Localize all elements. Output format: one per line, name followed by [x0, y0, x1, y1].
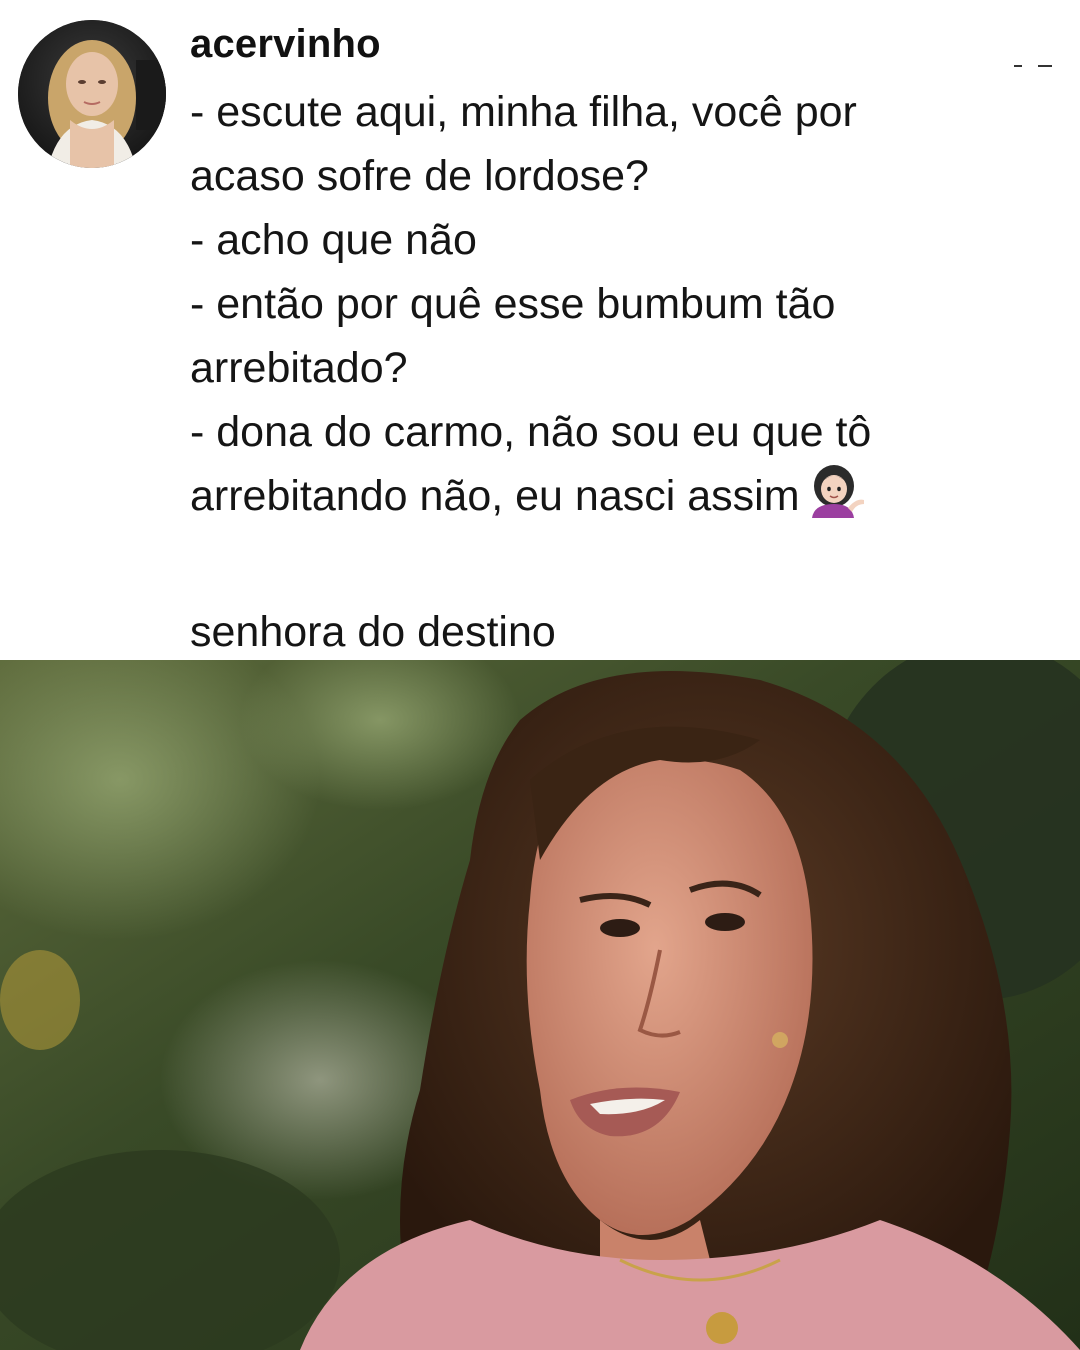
- avatar[interactable]: [18, 20, 166, 168]
- post-image[interactable]: [0, 660, 1080, 1350]
- menu-dash: [1038, 65, 1052, 67]
- menu-dash: [1014, 65, 1022, 67]
- photo-illustration: [0, 660, 1080, 1350]
- more-options-icon[interactable]: [1010, 56, 1062, 76]
- caption: senhora do destino: [190, 608, 556, 656]
- text-line: - escute aqui, minha filha, você por: [190, 88, 857, 136]
- text-line: - então por quê esse bumbum tão: [190, 280, 836, 328]
- text-line: acaso sofre de lordose?: [190, 152, 649, 200]
- avatar-photo: [18, 20, 166, 168]
- text-line: arrebitado?: [190, 344, 408, 392]
- text-line: - dona do carmo, não sou eu que tô: [190, 408, 872, 456]
- woman-tipping-hand-emoji: [806, 464, 866, 536]
- text-line-last: arrebitando não, eu nasci assim: [190, 464, 1050, 536]
- username[interactable]: acervinho: [190, 18, 381, 70]
- text-line: - acho que não: [190, 216, 477, 264]
- post-text: - escute aqui, minha filha, você por aca…: [190, 80, 1050, 664]
- post-header: acervinho - escute aqui, minha filha, vo…: [0, 0, 1080, 660]
- text-line-content: arrebitando não, eu nasci assim: [190, 472, 800, 520]
